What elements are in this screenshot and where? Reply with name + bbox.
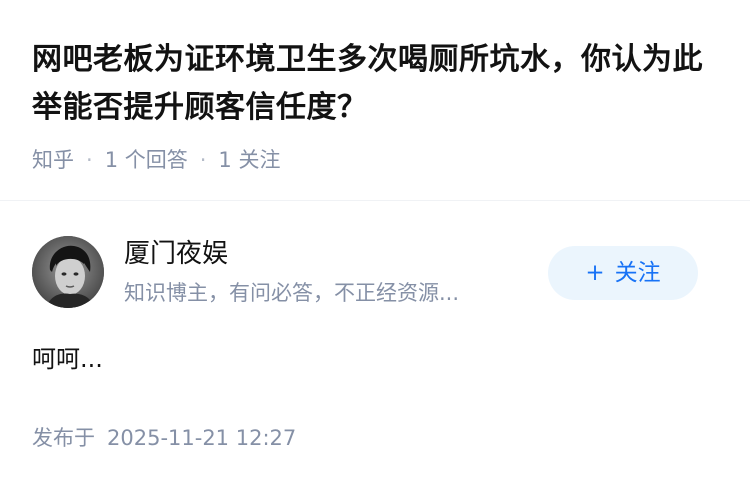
follower-count[interactable]: 1 关注 [218, 148, 280, 172]
author-name[interactable]: 厦门夜娱 [124, 236, 228, 272]
publish-info: 发布于 2025-11-21 12:27 [32, 423, 296, 453]
source-label[interactable]: 知乎 [32, 148, 74, 172]
publish-prefix: 发布于 [32, 426, 95, 450]
answer-content: 呵呵... [32, 345, 103, 373]
avatar-photo-icon [32, 236, 104, 308]
separator-dot: · [86, 148, 93, 172]
author-avatar[interactable] [32, 236, 104, 308]
plus-icon: + [585, 260, 605, 286]
question-title[interactable]: 网吧老板为证环境卫生多次喝厕所坑水，你认为此举能否提升顾客信任度？ [32, 36, 722, 132]
question-meta: 知乎 · 1 个回答 · 1 关注 [32, 145, 280, 175]
publish-time: 2025-11-21 12:27 [107, 426, 297, 450]
author-bio: 知识博主，有问必答，不正经资源... [124, 281, 460, 305]
separator-dot: · [199, 148, 207, 172]
follow-button[interactable]: + 关注 [548, 246, 698, 300]
answer-page: 网吧老板为证环境卫生多次喝厕所坑水，你认为此举能否提升顾客信任度？ 知乎 · 1 个… [0, 0, 750, 490]
follow-button-label: 关注 [614, 260, 661, 286]
answer-count[interactable]: 1 个回答 [105, 148, 188, 172]
section-divider [0, 200, 750, 201]
